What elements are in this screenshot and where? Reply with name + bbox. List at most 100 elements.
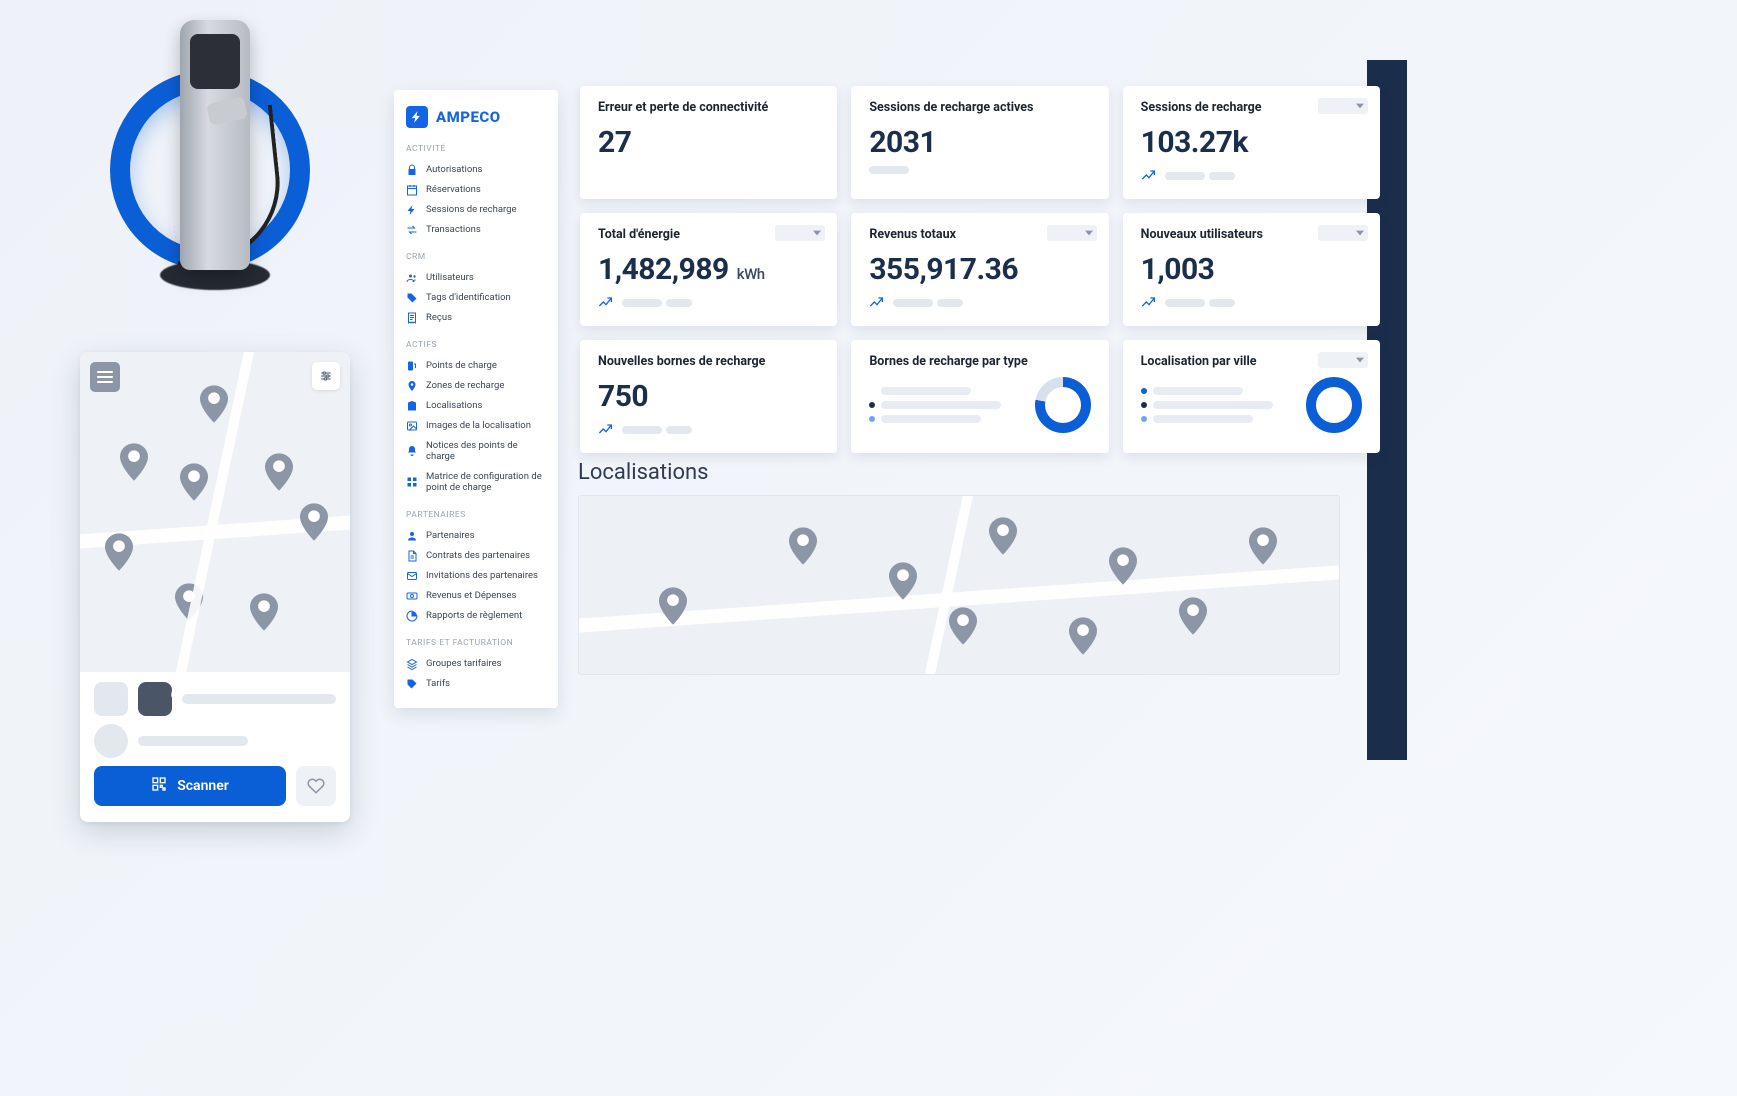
filter-icon[interactable] xyxy=(312,362,340,390)
sidebar-item[interactable]: Invitations des partenaires xyxy=(406,566,546,586)
locations-title: Localisations xyxy=(578,460,1340,485)
map-pin-icon[interactable] xyxy=(1249,526,1277,566)
pin-icon xyxy=(406,380,418,392)
sidebar-item[interactable]: Contrats des partenaires xyxy=(406,546,546,566)
charger-illustration xyxy=(100,20,340,300)
map-pin-icon[interactable] xyxy=(175,582,203,622)
card-recharge-sessions: Sessions de recharge 103.27k xyxy=(1123,86,1380,199)
trend-up-icon xyxy=(869,293,885,312)
sidebar-item-label: Transactions xyxy=(426,224,546,235)
sidebar-item-label: Sessions de recharge xyxy=(426,204,546,215)
nav-group-heading: CRM xyxy=(406,252,546,262)
map-pin-icon[interactable] xyxy=(889,561,917,601)
sidebar-item[interactable]: Rapports de règlement xyxy=(406,606,546,626)
legend-dot xyxy=(1141,416,1147,422)
sidebar-item[interactable]: Transactions xyxy=(406,220,546,240)
chip xyxy=(138,682,172,716)
money-icon xyxy=(406,590,418,602)
sidebar-item[interactable]: Revenus et Dépenses xyxy=(406,586,546,606)
legend-dot xyxy=(869,416,875,422)
map-pin-icon[interactable] xyxy=(300,502,328,542)
map-pin-icon[interactable] xyxy=(989,516,1017,556)
sidebar-item[interactable]: Reçus xyxy=(406,308,546,328)
calendar-icon xyxy=(406,184,418,196)
sidebar-item[interactable]: Utilisateurs xyxy=(406,268,546,288)
sidebar-item-label: Points de charge xyxy=(426,360,546,371)
map-pin-icon[interactable] xyxy=(1069,616,1097,656)
image-icon xyxy=(406,420,418,432)
scan-button[interactable]: Scanner xyxy=(94,766,286,806)
card-total-energy: Total d'énergie 1,482,989kWh xyxy=(580,213,837,326)
card-title: Sessions de recharge actives xyxy=(869,100,1090,115)
sidebar-item[interactable]: Tarifs xyxy=(406,674,546,694)
card-errors: Erreur et perte de connectivité 27 xyxy=(580,86,837,199)
card-title: Nouvelles bornes de recharge xyxy=(598,354,819,369)
pricetag-icon xyxy=(406,678,418,690)
sidebar-item-label: Groupes tarifaires xyxy=(426,658,546,669)
sidebar-item-label: Invitations des partenaires xyxy=(426,570,546,581)
nav-group-heading: PARTENAIRES xyxy=(406,510,546,520)
pie-icon xyxy=(406,610,418,622)
map-pin-icon[interactable] xyxy=(949,606,977,646)
lock-icon xyxy=(406,164,418,176)
card-dropdown[interactable] xyxy=(1047,225,1097,241)
sidebar-item[interactable]: Matrice de configuration de point de cha… xyxy=(406,467,546,498)
mail-icon xyxy=(406,570,418,582)
sidebar-item-label: Réservations xyxy=(426,184,546,195)
favorite-button[interactable] xyxy=(296,766,336,806)
sidebar-item[interactable]: Sessions de recharge xyxy=(406,200,546,220)
sidebar-item[interactable]: Tags d'identification xyxy=(406,288,546,308)
map-pin-icon[interactable] xyxy=(265,452,293,492)
card-new-stations: Nouvelles bornes de recharge 750 xyxy=(580,340,837,453)
trend-up-icon xyxy=(598,420,614,439)
card-active-sessions: Sessions de recharge actives 2031 xyxy=(851,86,1108,199)
trend-up-icon xyxy=(1141,293,1157,312)
card-value: 27 xyxy=(598,125,819,160)
card-value: 2031 xyxy=(869,125,1090,160)
sidebar-item[interactable]: Points de charge xyxy=(406,356,546,376)
card-dropdown[interactable] xyxy=(1318,98,1368,114)
sidebar-item[interactable]: Autorisations xyxy=(406,160,546,180)
locations-section: Localisations xyxy=(578,460,1340,675)
map-pin-icon[interactable] xyxy=(180,462,208,502)
sidebar-item[interactable]: Localisations xyxy=(406,396,546,416)
map-pin-icon[interactable] xyxy=(789,526,817,566)
sidebar: AMPECO ACTIVITÉAutorisationsRéservations… xyxy=(394,90,558,708)
sidebar-item[interactable]: Notices des points de charge xyxy=(406,436,546,467)
users-icon xyxy=(406,272,418,284)
card-value: 1,482,989kWh xyxy=(598,252,819,287)
sidebar-item[interactable]: Groupes tarifaires xyxy=(406,654,546,674)
contract-icon xyxy=(406,550,418,562)
map-pin-icon[interactable] xyxy=(1109,546,1137,586)
layers-icon xyxy=(406,658,418,670)
map-pin-icon[interactable] xyxy=(105,532,133,572)
dashboard-grid: Erreur et perte de connectivité 27 Sessi… xyxy=(580,86,1380,453)
placeholder-line xyxy=(138,736,248,746)
sidebar-item-label: Images de la localisation xyxy=(426,420,546,431)
bell-icon xyxy=(406,445,418,457)
card-stations-by-type: Bornes de recharge par type xyxy=(851,340,1108,453)
hamburger-icon[interactable] xyxy=(90,362,120,392)
card-dropdown[interactable] xyxy=(1318,225,1368,241)
mobile-map[interactable] xyxy=(80,352,350,672)
sidebar-item[interactable]: Partenaires xyxy=(406,526,546,546)
map-pin-icon[interactable] xyxy=(1179,596,1207,636)
avatar xyxy=(94,724,128,758)
sidebar-item[interactable]: Zones de recharge xyxy=(406,376,546,396)
mobile-sheet: Scanner xyxy=(80,672,350,820)
legend-dot xyxy=(1141,402,1147,408)
brand[interactable]: AMPECO xyxy=(406,106,546,128)
bolt-icon xyxy=(406,204,418,216)
map-pin-icon[interactable] xyxy=(200,384,228,424)
card-value: 1,003 xyxy=(1141,252,1362,287)
locations-map[interactable] xyxy=(578,495,1340,675)
map-pin-icon[interactable] xyxy=(250,592,278,632)
sidebar-item[interactable]: Images de la localisation xyxy=(406,416,546,436)
card-dropdown[interactable] xyxy=(775,225,825,241)
card-dropdown[interactable] xyxy=(1318,352,1368,368)
sidebar-item[interactable]: Réservations xyxy=(406,180,546,200)
nav-group-heading: TARIFS ET FACTURATION xyxy=(406,638,546,648)
map-pin-icon[interactable] xyxy=(120,442,148,482)
avatar xyxy=(94,682,128,716)
map-pin-icon[interactable] xyxy=(659,586,687,626)
